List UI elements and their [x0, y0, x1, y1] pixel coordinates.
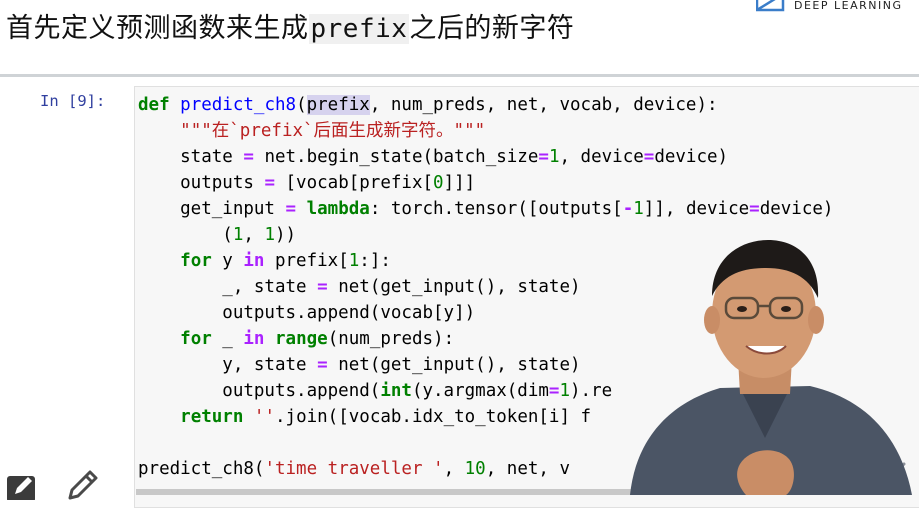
- operator-token: =: [285, 199, 297, 219]
- pencil-icon[interactable]: [66, 470, 100, 500]
- code-text: (: [138, 225, 233, 245]
- operator-token: =: [548, 381, 560, 401]
- code-text: (y.argmax(dim: [411, 381, 549, 401]
- number-token: 0: [433, 173, 444, 193]
- code-line: get_input = lambda: torch.tensor([output…: [138, 196, 833, 222]
- code-text: (num_preds):: [327, 329, 455, 349]
- function-token: predict_ch8: [180, 95, 297, 115]
- code-text: , device: [559, 147, 644, 167]
- code-text: ,: [443, 459, 465, 479]
- code-text: outputs.append(vocab[y]): [138, 303, 476, 323]
- string-token: '': [253, 407, 275, 427]
- brand: DEEP LEARNING: [756, 0, 919, 12]
- operator-token: =: [317, 355, 328, 375]
- operator-token: =: [264, 173, 275, 193]
- keyword-token: for: [180, 329, 212, 349]
- code-text: outputs.append(: [138, 381, 381, 401]
- code-text: device): [759, 199, 834, 219]
- edit-icon[interactable]: [6, 470, 40, 500]
- code-text: net.begin_state(batch_size: [253, 147, 539, 167]
- code-text: , num_preds, net, vocab, device):: [369, 95, 718, 115]
- code-text: net(get_input(), state): [327, 277, 581, 297]
- string-token: """在`prefix`后面生成新字符。""": [180, 121, 486, 141]
- code-text: :]:: [359, 251, 391, 271]
- number-token: 1: [348, 251, 360, 271]
- code-text: ,: [243, 225, 265, 245]
- code-text: _, state: [138, 277, 318, 297]
- number-token: 10: [464, 459, 486, 479]
- operator-token: =: [643, 147, 655, 167]
- brand-text: DEEP LEARNING: [794, 0, 903, 12]
- operator-token: =: [538, 147, 549, 167]
- operator-token: =: [749, 199, 760, 219]
- keyword-token: return: [180, 407, 244, 427]
- code-text: ]], device: [643, 199, 750, 219]
- code-text: ]]]: [443, 173, 476, 193]
- code-text: _: [211, 329, 244, 349]
- heading-text-after: 之后的新字符: [409, 13, 575, 44]
- operator-token: -: [622, 199, 634, 219]
- number-token: 1: [264, 225, 275, 245]
- code-text: device): [654, 147, 729, 167]
- operator-token: =: [317, 277, 328, 297]
- number-token: 1: [548, 147, 560, 167]
- number-token: 1: [559, 381, 570, 401]
- presenter-video-overlay: [630, 240, 912, 495]
- number-token: 1: [232, 225, 244, 245]
- code-text: outputs: [138, 173, 265, 193]
- code-line: def predict_ch8(prefix, num_preds, net, …: [138, 92, 833, 118]
- slide-heading: 首先定义预测函数来生成prefix之后的新字符: [6, 6, 574, 46]
- code-text: (: [296, 95, 307, 115]
- code-text: y, state: [138, 355, 318, 375]
- keyword-token: def: [138, 95, 170, 115]
- string-token: 'time traveller ': [264, 459, 444, 479]
- heading-text-before: 首先定义预测函数来生成: [6, 13, 309, 44]
- code-text: y: [211, 251, 244, 271]
- code-text: , net, v: [485, 459, 571, 479]
- code-line: state = net.begin_state(batch_size=1, de…: [138, 144, 833, 170]
- code-text: )): [275, 225, 297, 245]
- heading-code: prefix: [308, 14, 410, 44]
- code-text: .join([vocab.idx_to_token[i] f: [275, 407, 592, 427]
- deep-learning-logo-icon: [756, 0, 785, 12]
- keyword-token: range: [275, 329, 328, 349]
- code-text: predict_ch8(: [138, 459, 265, 479]
- code-line: outputs = [vocab[prefix[0]]]: [138, 170, 833, 196]
- operator-token: =: [243, 147, 254, 167]
- code-text: net(get_input(), state): [327, 355, 581, 375]
- cell-prompt: In [9]:: [40, 92, 106, 110]
- highlighted-token: prefix: [306, 95, 370, 115]
- keyword-token: int: [380, 381, 412, 401]
- number-token: 1: [633, 199, 644, 219]
- operator-token: in: [243, 329, 265, 349]
- code-text: [vocab[prefix[: [274, 173, 434, 193]
- code-text: state: [138, 147, 244, 167]
- keyword-token: lambda: [306, 199, 370, 219]
- code-text: prefix[: [264, 251, 349, 271]
- code-text: get_input: [138, 199, 286, 219]
- keyword-token: for: [180, 251, 212, 271]
- code-text: : torch.tensor([outputs[: [369, 199, 623, 219]
- divider: [0, 74, 919, 77]
- code-line: """在`prefix`后面生成新字符。""": [138, 118, 833, 144]
- operator-token: in: [243, 251, 265, 271]
